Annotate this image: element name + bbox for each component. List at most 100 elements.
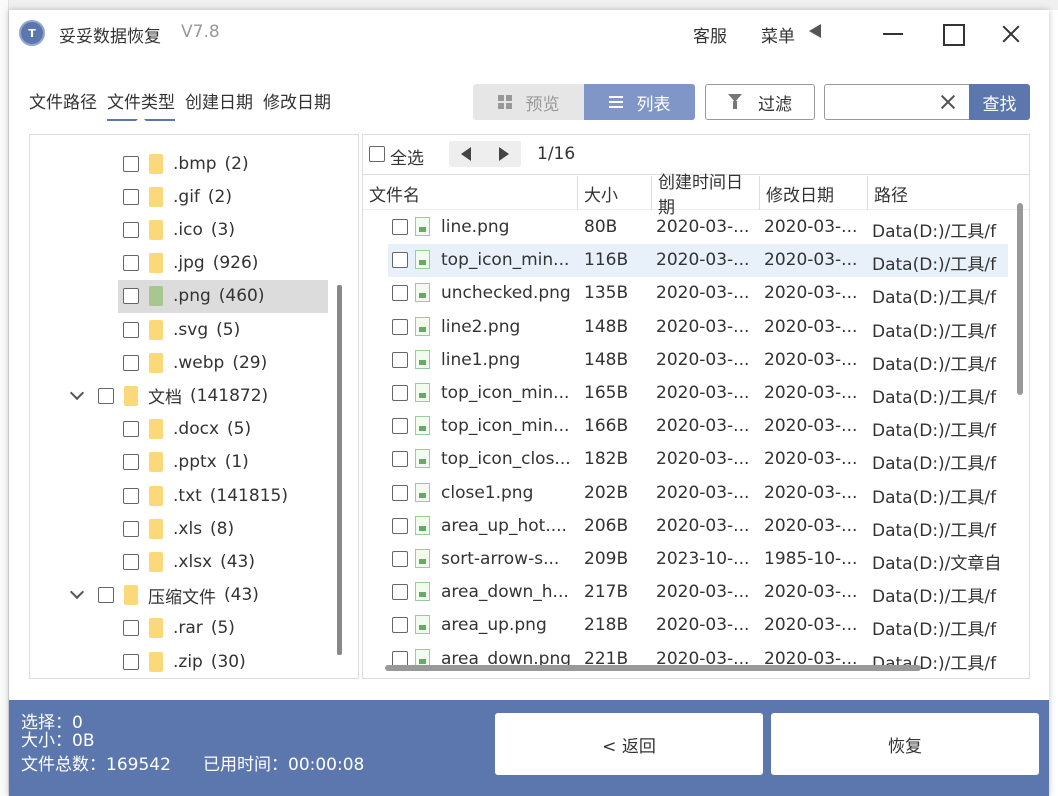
file-row-checkbox[interactable]	[392, 318, 408, 335]
file-row-checkbox[interactable]	[392, 418, 408, 435]
tree-item[interactable]: .bmp (2)	[118, 147, 328, 180]
tree-item-checkbox[interactable]	[123, 188, 139, 205]
file-row[interactable]: sort-arrow-s... 209B 2023-10-... 1985-10-..…	[388, 543, 1008, 576]
file-row-checkbox[interactable]	[392, 484, 408, 501]
file-modified: 2020-03-...	[764, 383, 858, 403]
tree-item-label: .gif	[173, 186, 200, 207]
tree-item-checkbox[interactable]	[123, 421, 139, 438]
column-header-size[interactable]: 大小	[578, 176, 652, 210]
tree-category-item[interactable]: 文档 (141872)	[69, 379, 337, 412]
tree-item[interactable]: .docx (5)	[118, 413, 328, 446]
app-title: 妥妥数据恢复	[59, 27, 161, 47]
filter-button[interactable]: 过滤	[705, 84, 815, 120]
tree-item[interactable]: .zip (30)	[118, 645, 328, 678]
file-row[interactable]: unchecked.png 135B 2020-03-... 2020-03-... D…	[388, 277, 1008, 310]
file-row[interactable]: line.png 80B 2020-03-... 2020-03-... Data(D:…	[388, 211, 1008, 244]
tree-item[interactable]: .svg (5)	[118, 313, 328, 346]
file-row-checkbox[interactable]	[392, 451, 408, 468]
file-row[interactable]: close1.png 202B 2020-03-... 2020-03-... Data…	[388, 477, 1008, 510]
tree-item[interactable]: .png (460)	[118, 279, 328, 313]
tab-created-date[interactable]: 创建日期	[185, 88, 253, 121]
tree-item-checkbox[interactable]	[123, 520, 139, 537]
tree-item[interactable]: .xlsx (43)	[118, 545, 328, 578]
tree-item-checkbox[interactable]	[123, 288, 139, 305]
tree-item-checkbox[interactable]	[98, 587, 114, 604]
file-row[interactable]: area_up.png 218B 2020-03-... 2020-03-... Dat…	[388, 609, 1008, 642]
file-row-checkbox[interactable]	[392, 551, 408, 567]
list-view-button[interactable]: 列表	[584, 84, 695, 120]
file-row-checkbox[interactable]	[392, 617, 408, 634]
preview-view-button[interactable]: 预览	[473, 84, 584, 120]
tab-modified-date[interactable]: 修改日期	[263, 88, 331, 121]
list-vertical-scrollbar[interactable]	[1017, 203, 1023, 395]
tree-item[interactable]: .rar (5)	[118, 612, 328, 645]
file-row[interactable]: top_icon_min... 166B 2020-03-... 2020-03-..…	[388, 410, 1008, 443]
list-icon	[608, 96, 623, 108]
column-header-modified[interactable]: 修改日期	[760, 176, 868, 210]
back-button[interactable]: < 返回	[495, 713, 763, 775]
list-horizontal-scrollbar[interactable]	[385, 665, 921, 671]
column-header-path[interactable]: 路径	[868, 176, 1029, 210]
tree-item[interactable]: .txt (141815)	[118, 479, 328, 512]
column-header-created[interactable]: 创建时间日期	[652, 173, 760, 218]
expand-chevron-icon[interactable]	[69, 385, 85, 400]
file-row-checkbox[interactable]	[392, 385, 408, 401]
tab-file-path[interactable]: 文件路径	[29, 88, 97, 121]
file-row[interactable]: area_up_hot.... 206B 2020-03-... 2020-03-..…	[388, 510, 1008, 543]
prev-page-icon[interactable]	[449, 141, 485, 167]
tree-item-checkbox[interactable]	[123, 454, 139, 471]
tree-item[interactable]: .gif (2)	[118, 180, 328, 213]
tree-item[interactable]: .pptx (1)	[118, 446, 328, 479]
tree-item-checkbox[interactable]	[123, 255, 139, 272]
file-row-checkbox[interactable]	[392, 351, 408, 368]
tree-item-checkbox[interactable]	[123, 553, 139, 570]
file-row[interactable]: line2.png 148B 2020-03-... 2020-03-... Data(…	[388, 311, 1008, 344]
tree-category-item[interactable]: 压缩文件 (43)	[69, 579, 337, 612]
menu-arrow-icon[interactable]	[809, 24, 821, 38]
recover-button[interactable]: 恢复	[771, 713, 1039, 775]
file-row[interactable]: top_icon_min... 165B 2020-03-... 2020-03-..…	[388, 377, 1008, 410]
search-button[interactable]: 查找	[969, 84, 1030, 120]
tree-item-checkbox[interactable]	[98, 387, 114, 404]
image-file-icon	[415, 482, 430, 502]
tree-item[interactable]: .xls (8)	[118, 512, 328, 545]
tree-item-label: .docx	[173, 419, 220, 440]
file-row-checkbox[interactable]	[392, 285, 408, 302]
tree-item-checkbox[interactable]	[123, 321, 139, 338]
tree-item-count: (2)	[207, 186, 232, 207]
tree-item[interactable]: .jpg (926)	[118, 247, 328, 280]
tree-item[interactable]: .ico (3)	[118, 213, 328, 246]
select-all-checkbox[interactable]	[369, 146, 385, 162]
file-row-checkbox[interactable]	[392, 517, 408, 534]
file-row[interactable]: area_down_h... 217B 2020-03-... 2020-03-...…	[388, 576, 1008, 609]
clear-search-icon[interactable]	[937, 91, 959, 113]
tree-item-checkbox[interactable]	[123, 653, 139, 670]
column-header-name[interactable]: 文件名	[363, 176, 578, 210]
file-row-checkbox[interactable]	[392, 219, 408, 235]
menu-button[interactable]: 菜单	[761, 22, 795, 47]
file-row-checkbox[interactable]	[392, 584, 408, 601]
tab-file-type[interactable]: 文件类型	[107, 88, 175, 121]
close-icon[interactable]	[999, 22, 1023, 46]
file-size: 206B	[584, 515, 629, 536]
tree-item[interactable]: .webp (29)	[118, 346, 328, 379]
service-button[interactable]: 客服	[693, 22, 727, 47]
image-file-icon	[415, 416, 430, 436]
file-row[interactable]: top_icon_clos... 182B 2020-03-... 2020-03-.…	[388, 443, 1008, 476]
tree-item-checkbox[interactable]	[123, 155, 139, 172]
file-created: 2020-03-...	[656, 482, 750, 503]
next-page-icon[interactable]	[485, 141, 521, 167]
tree-item-checkbox[interactable]	[123, 487, 139, 504]
pager	[449, 141, 521, 167]
tree-item-checkbox[interactable]	[123, 354, 139, 371]
file-row[interactable]: line1.png 148B 2020-03-... 2020-03-... Data(…	[388, 344, 1008, 377]
file-modified: 2020-03-...	[764, 416, 858, 437]
tree-scrollbar[interactable]	[337, 285, 342, 655]
file-row[interactable]: top_icon_min... 116B 2020-03-... 2020-03-..…	[388, 244, 1008, 278]
expand-chevron-icon[interactable]	[69, 585, 85, 600]
tree-item-checkbox[interactable]	[123, 221, 139, 238]
minimize-icon[interactable]	[881, 22, 905, 46]
maximize-icon[interactable]	[941, 22, 965, 46]
tree-item-checkbox[interactable]	[123, 620, 139, 637]
file-row-checkbox[interactable]	[392, 252, 408, 269]
